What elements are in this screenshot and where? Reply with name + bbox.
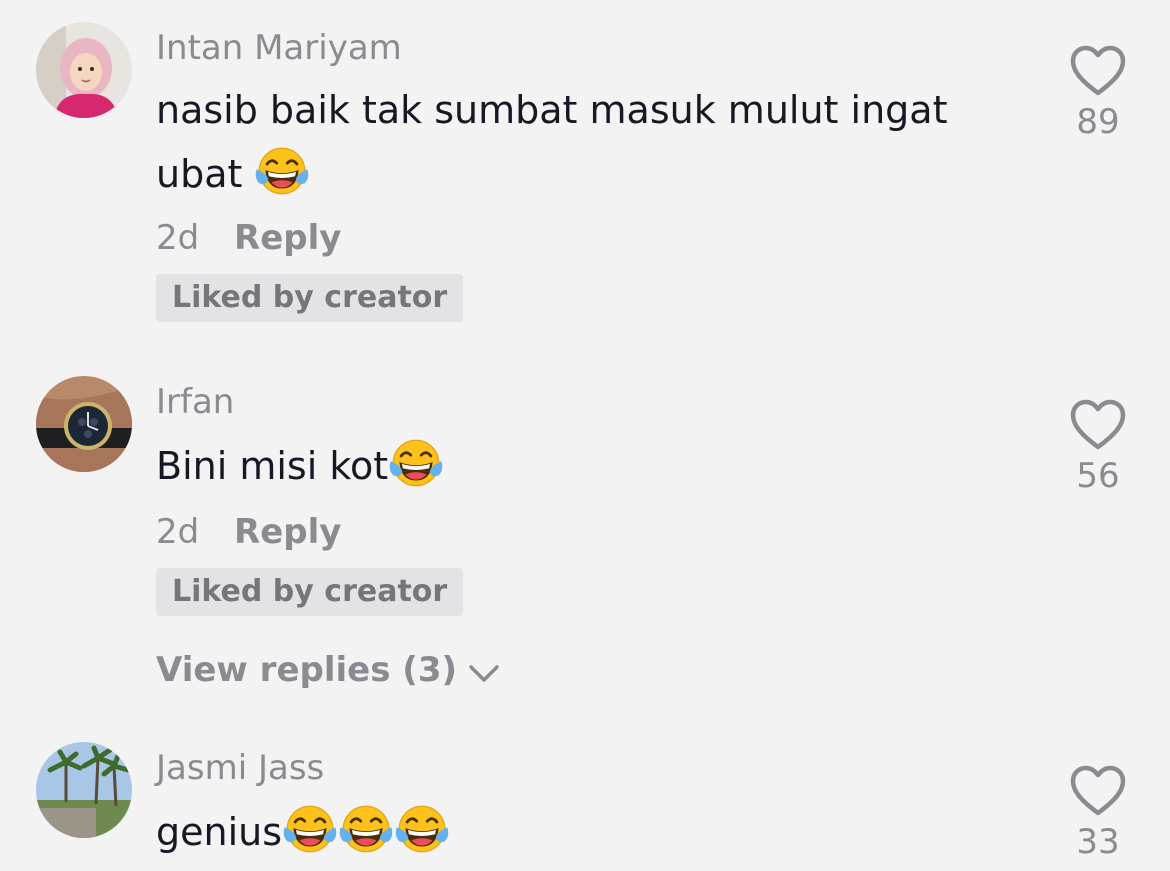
comment-meta: 2d Reply bbox=[156, 218, 341, 258]
like-count: 56 bbox=[1076, 456, 1120, 496]
like-button[interactable]: 56 bbox=[1058, 398, 1138, 496]
comment-text: nasib baik tak sumbat masuk mulut ingat … bbox=[156, 78, 1016, 206]
tears-of-joy-emoji-icon bbox=[254, 143, 310, 199]
comment-text-line: ubat bbox=[156, 152, 243, 196]
comment-text-body: genius bbox=[156, 810, 283, 854]
tears-of-joy-emoji-icon bbox=[282, 801, 338, 857]
comment-timestamp: 2d bbox=[156, 512, 200, 552]
comments-list: Intan Mariyam nasib baik tak sumbat masu… bbox=[0, 0, 1170, 871]
comment-username[interactable]: Intan Mariyam bbox=[156, 28, 402, 68]
heart-outline-icon[interactable] bbox=[1069, 398, 1127, 452]
avatar[interactable] bbox=[36, 22, 132, 118]
tears-of-joy-emoji-icon bbox=[338, 801, 394, 857]
like-count: 89 bbox=[1076, 102, 1120, 142]
comment-text: genius bbox=[156, 800, 1016, 864]
comment-text-body: Bini misi kot bbox=[156, 444, 389, 488]
avatar[interactable] bbox=[36, 742, 132, 838]
reply-button[interactable]: Reply bbox=[234, 512, 341, 552]
comment-text-line: nasib baik tak sumbat masuk mulut ingat bbox=[156, 88, 948, 132]
tears-of-joy-emoji-icon bbox=[388, 435, 444, 491]
like-button[interactable]: 89 bbox=[1058, 44, 1138, 142]
avatar[interactable] bbox=[36, 376, 132, 472]
like-count: 33 bbox=[1076, 822, 1120, 862]
heart-outline-icon[interactable] bbox=[1069, 764, 1127, 818]
like-button[interactable]: 33 bbox=[1058, 764, 1138, 862]
chevron-down-icon bbox=[469, 665, 499, 682]
comment-text: Bini misi kot bbox=[156, 434, 1016, 498]
comment-username[interactable]: Irfan bbox=[156, 382, 234, 422]
view-replies-button[interactable]: View replies (3) bbox=[156, 650, 501, 690]
liked-by-creator-badge: Liked by creator bbox=[156, 568, 464, 616]
reply-button[interactable]: Reply bbox=[234, 218, 341, 258]
comment-timestamp: 2d bbox=[156, 218, 200, 258]
tears-of-joy-emoji-icon bbox=[394, 801, 450, 857]
liked-by-creator-badge: Liked by creator bbox=[156, 274, 464, 322]
heart-outline-icon[interactable] bbox=[1069, 44, 1127, 98]
view-replies-label: View replies (3) bbox=[156, 650, 458, 690]
comment-username[interactable]: Jasmi Jass bbox=[156, 748, 324, 788]
comment-meta: 2d Reply bbox=[156, 512, 341, 552]
